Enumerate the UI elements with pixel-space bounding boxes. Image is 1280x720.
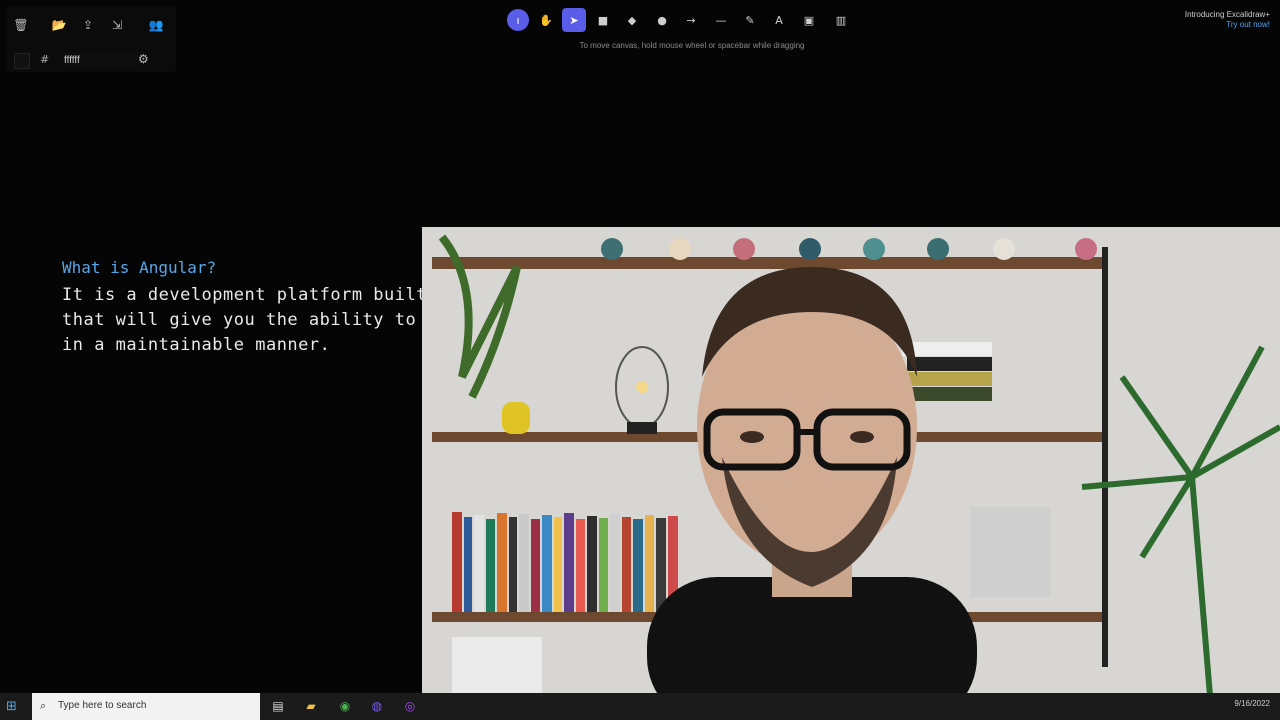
- promo-title: Introducing Excalidraw+: [1184, 10, 1270, 19]
- canvas-hint: To move canvas, hold mouse wheel or spac…: [579, 41, 805, 50]
- text-icon[interactable]: A: [767, 8, 791, 32]
- folder-open-icon[interactable]: 📂: [48, 14, 70, 36]
- task-view-icon[interactable]: ▤: [270, 698, 286, 714]
- trash-icon[interactable]: 🗑: [10, 14, 32, 36]
- chrome-icon[interactable]: ◉: [337, 698, 353, 714]
- taskbar: ⊞ ⌕ Type here to search ▤ ▰ ◉ ◍ ◎ 9/16/2…: [0, 693, 1280, 720]
- search-placeholder: Type here to search: [58, 700, 147, 711]
- taskbar-search[interactable]: ⌕ Type here to search: [32, 693, 260, 720]
- webcam-overlay: [422, 227, 1280, 720]
- lock-icon[interactable]: ı: [507, 9, 529, 31]
- main-menu-panel: 🗑 📂 ⇪ ⇲ 👥 # ⚙: [6, 6, 176, 72]
- windows-start-icon[interactable]: ⊞: [6, 699, 20, 714]
- pencil-icon[interactable]: ✎: [738, 8, 762, 32]
- library-icon[interactable]: ▥: [829, 8, 853, 32]
- viber-icon[interactable]: ◍: [369, 698, 385, 714]
- hand-icon[interactable]: ✋: [534, 8, 558, 32]
- messenger-icon[interactable]: ◎: [402, 698, 418, 714]
- tray-date: 9/16/2022: [1234, 699, 1270, 708]
- text-line: It is a development platform built o: [62, 285, 422, 305]
- select-icon[interactable]: ➤: [562, 8, 586, 32]
- diamond-icon[interactable]: ◆: [620, 8, 644, 32]
- color-hex-input[interactable]: [58, 51, 140, 69]
- canvas-text-block[interactable]: What is Angular? It is a development pla…: [62, 258, 422, 358]
- question-heading: What is Angular?: [62, 258, 217, 277]
- hash-label: #: [40, 53, 50, 66]
- webcam-scene: [422, 227, 1280, 720]
- shape-toolbar: ı ✋ ➤ ■ ◆ ● → — ✎ A ▣ ▥: [505, 6, 855, 32]
- promo-link[interactable]: Try out now!: [1185, 20, 1270, 30]
- ellipse-icon[interactable]: ●: [650, 8, 674, 32]
- settings-icon[interactable]: ⚙: [138, 52, 149, 66]
- rectangle-icon[interactable]: ■: [591, 8, 615, 32]
- export-image-icon[interactable]: ⇲: [106, 14, 128, 36]
- color-swatch[interactable]: [14, 53, 30, 69]
- search-icon: ⌕: [40, 699, 47, 712]
- file-explorer-icon[interactable]: ▰: [303, 698, 319, 714]
- text-line: in a maintainable manner.: [62, 335, 331, 355]
- arrow-icon[interactable]: →: [679, 8, 703, 32]
- background-color-picker: # ⚙: [12, 50, 172, 70]
- image-icon[interactable]: ▣: [797, 8, 821, 32]
- excalidraw-plus-promo[interactable]: Introducing Excalidraw+ Try out now!: [1185, 10, 1270, 30]
- text-line: that will give you the ability to deve: [62, 310, 422, 330]
- collab-icon[interactable]: 👥: [145, 14, 167, 36]
- line-icon[interactable]: —: [709, 8, 733, 32]
- export-icon[interactable]: ⇪: [77, 14, 99, 36]
